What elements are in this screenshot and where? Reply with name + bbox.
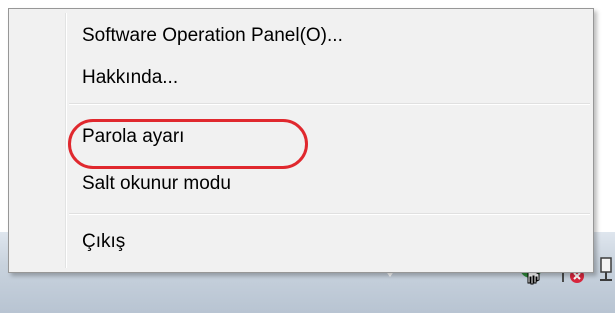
menu-item-label: Salt okunur modu <box>82 173 231 194</box>
menu-separator <box>69 103 590 105</box>
menu-item-software-operation-panel[interactable]: Software Operation Panel(O)... <box>12 16 590 56</box>
menu-item-exit[interactable]: Çıkış <box>12 222 590 262</box>
menu-item-read-only-mode[interactable]: Salt okunur modu <box>12 164 590 204</box>
menu-item-password-settings[interactable]: Parola ayarı <box>12 117 590 157</box>
network-icon[interactable] <box>598 254 615 284</box>
menu-item-label: Hakkında... <box>82 67 179 88</box>
menu-item-about[interactable]: Hakkında... <box>12 58 590 98</box>
menu-item-label: Parola ayarı <box>82 126 185 147</box>
menu-separator <box>69 213 590 215</box>
context-menu: Software Operation Panel(O)... Hakkında.… <box>8 8 594 273</box>
menu-item-label: Çıkış <box>82 231 126 252</box>
menu-item-label: Software Operation Panel(O)... <box>82 25 343 46</box>
